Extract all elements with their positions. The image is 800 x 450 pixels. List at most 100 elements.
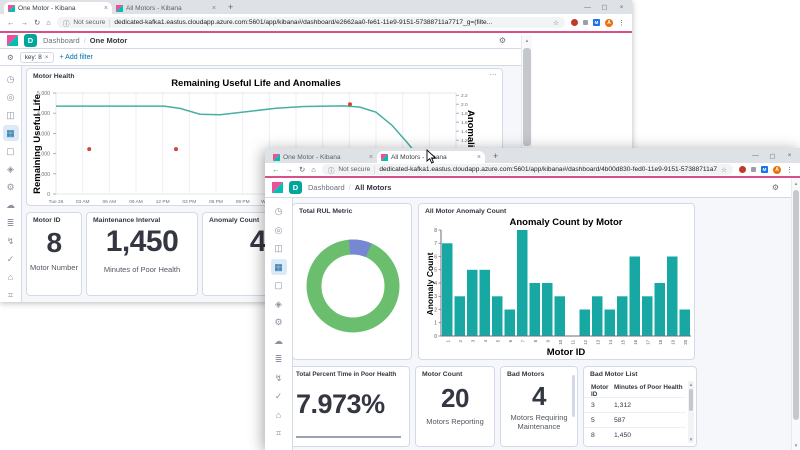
settings-gear-icon[interactable]: ⚙	[499, 36, 506, 45]
profile-avatar[interactable]: A	[605, 19, 613, 27]
scroll-up-icon[interactable]: ▲	[792, 181, 800, 186]
dev-tools-icon[interactable]: ⌗	[271, 425, 287, 441]
panel-menu-icon[interactable]: ⋯	[489, 70, 497, 79]
profile-avatar[interactable]: A	[773, 166, 781, 174]
bar-motor-7[interactable]	[517, 230, 528, 336]
settings-gear-icon[interactable]: ⚙	[772, 183, 779, 192]
dashboard-app-icon[interactable]: D	[24, 34, 37, 47]
uptime-icon[interactable]: ✓	[271, 388, 287, 404]
discover-icon[interactable]: ◎	[3, 89, 19, 105]
dashboard-app-icon[interactable]: D	[289, 181, 302, 194]
scroll-down-icon[interactable]: ▼	[792, 443, 800, 448]
bar-motor-9[interactable]	[542, 283, 553, 336]
address-bar[interactable]: ⓘ Not secure dedicated-kafka1.eastus.clo…	[322, 164, 733, 175]
tab-close-icon[interactable]: ×	[212, 5, 216, 12]
filter-settings-icon[interactable]: ⚙	[7, 53, 14, 62]
canvas-icon[interactable]: ▢	[271, 277, 287, 293]
bar-motor-5[interactable]	[492, 296, 503, 336]
bar-motor-17[interactable]	[642, 296, 653, 336]
bar-motor-8[interactable]	[530, 283, 541, 336]
column-header-motor-id[interactable]: Motor ID	[584, 384, 614, 398]
breadcrumb-section[interactable]: Dashboard	[308, 183, 345, 192]
extension-icon-red[interactable]	[571, 19, 578, 26]
maximize-button[interactable]: ▢	[764, 152, 781, 160]
dev-tools-icon[interactable]: ⌗	[3, 287, 19, 302]
discover-icon[interactable]: ◎	[271, 222, 287, 238]
bar-motor-1[interactable]	[442, 243, 453, 336]
info-icon[interactable]: ⓘ	[328, 165, 335, 175]
bar-motor-14[interactable]	[605, 310, 616, 337]
tab-all-motors-kibana[interactable]: All Motors - Kibana ×	[112, 2, 220, 14]
browser-menu-icon[interactable]: ⋮	[618, 19, 625, 27]
extension-icon-m[interactable]: M	[593, 19, 600, 26]
info-icon[interactable]: ⓘ	[63, 18, 70, 28]
tab-close-icon[interactable]: ×	[104, 5, 108, 12]
maps-icon[interactable]: ◈	[3, 161, 19, 177]
kibana-logo[interactable]	[272, 182, 283, 193]
maximize-button[interactable]: ▢	[596, 3, 613, 11]
tab-close-icon[interactable]: ×	[477, 154, 481, 161]
bar-motor-2[interactable]	[455, 296, 466, 336]
bar-motor-15[interactable]	[617, 296, 628, 336]
bar-motor-6[interactable]	[505, 310, 516, 337]
tab-one-motor-kibana[interactable]: One Motor - Kibana ×	[4, 2, 112, 14]
bar-motor-10[interactable]	[555, 296, 566, 336]
apm-icon[interactable]: ↯	[3, 233, 19, 249]
infrastructure-icon[interactable]: ☁	[271, 333, 287, 349]
scroll-up-icon[interactable]: ▲	[522, 38, 532, 43]
breadcrumb-section[interactable]: Dashboard	[43, 36, 80, 45]
visualize-icon[interactable]: ◫	[271, 240, 287, 256]
bar-motor-4[interactable]	[480, 270, 491, 336]
add-filter-link[interactable]: + Add filter	[60, 54, 93, 61]
new-tab-button[interactable]: +	[228, 2, 233, 12]
new-tab-button[interactable]: +	[493, 151, 498, 161]
siem-icon[interactable]: ⌂	[271, 407, 287, 423]
back-button[interactable]: ←	[7, 18, 15, 27]
filter-remove-icon[interactable]: ×	[45, 54, 49, 61]
extension-icon-m[interactable]: M	[761, 166, 768, 173]
kibana-logo[interactable]	[7, 35, 18, 46]
apm-icon[interactable]: ↯	[271, 370, 287, 386]
minimize-button[interactable]: —	[747, 152, 764, 159]
bar-motor-18[interactable]	[655, 283, 666, 336]
address-bar[interactable]: ⓘ Not secure dedicated-kafka1.eastus.clo…	[57, 17, 565, 28]
close-window-button[interactable]: ×	[781, 152, 798, 159]
minimize-button[interactable]: —	[579, 4, 596, 11]
bar-motor-20[interactable]	[680, 310, 691, 337]
tab-one-motor-kibana[interactable]: One Motor - Kibana ×	[269, 151, 377, 163]
column-header-minutes[interactable]: Minutes of Poor Health	[614, 384, 686, 398]
bar-motor-13[interactable]	[592, 296, 603, 336]
bar-motor-16[interactable]	[630, 257, 641, 337]
close-window-button[interactable]: ×	[613, 4, 630, 11]
reload-button[interactable]: ↻	[34, 18, 40, 27]
scrollbar-thumb[interactable]	[793, 190, 799, 420]
forward-button[interactable]: →	[286, 165, 294, 174]
scrollbar-thumb[interactable]	[689, 389, 693, 411]
table-scrollbar[interactable]: ▲ ▼	[688, 381, 694, 443]
extension-icon-grey[interactable]	[751, 167, 756, 172]
bookmark-star-icon[interactable]: ☆	[553, 19, 559, 27]
uptime-icon[interactable]: ✓	[3, 251, 19, 267]
dashboard-icon[interactable]: ▦	[271, 259, 287, 275]
page-scrollbar[interactable]: ▲ ▼	[791, 178, 800, 450]
maps-icon[interactable]: ◈	[271, 296, 287, 312]
machine-learning-icon[interactable]: ⚙	[3, 179, 19, 195]
logs-icon[interactable]: ≣	[271, 351, 287, 367]
home-button[interactable]: ⌂	[46, 18, 51, 27]
scroll-down-icon[interactable]: ▼	[688, 437, 694, 442]
visualize-icon[interactable]: ◫	[3, 107, 19, 123]
panel-scrollbar-thumb[interactable]	[572, 375, 575, 417]
reload-button[interactable]: ↻	[299, 165, 305, 174]
siem-icon[interactable]: ⌂	[3, 269, 19, 285]
scrollbar-thumb[interactable]	[523, 48, 531, 146]
recently-viewed-icon[interactable]: ◷	[271, 203, 287, 219]
bar-motor-12[interactable]	[580, 310, 591, 337]
recently-viewed-icon[interactable]: ◷	[3, 71, 19, 87]
infrastructure-icon[interactable]: ☁	[3, 197, 19, 213]
bar-motor-3[interactable]	[467, 270, 478, 336]
back-button[interactable]: ←	[272, 165, 280, 174]
browser-menu-icon[interactable]: ⋮	[786, 166, 793, 174]
machine-learning-icon[interactable]: ⚙	[271, 314, 287, 330]
bar-motor-19[interactable]	[667, 257, 678, 337]
forward-button[interactable]: →	[21, 18, 29, 27]
